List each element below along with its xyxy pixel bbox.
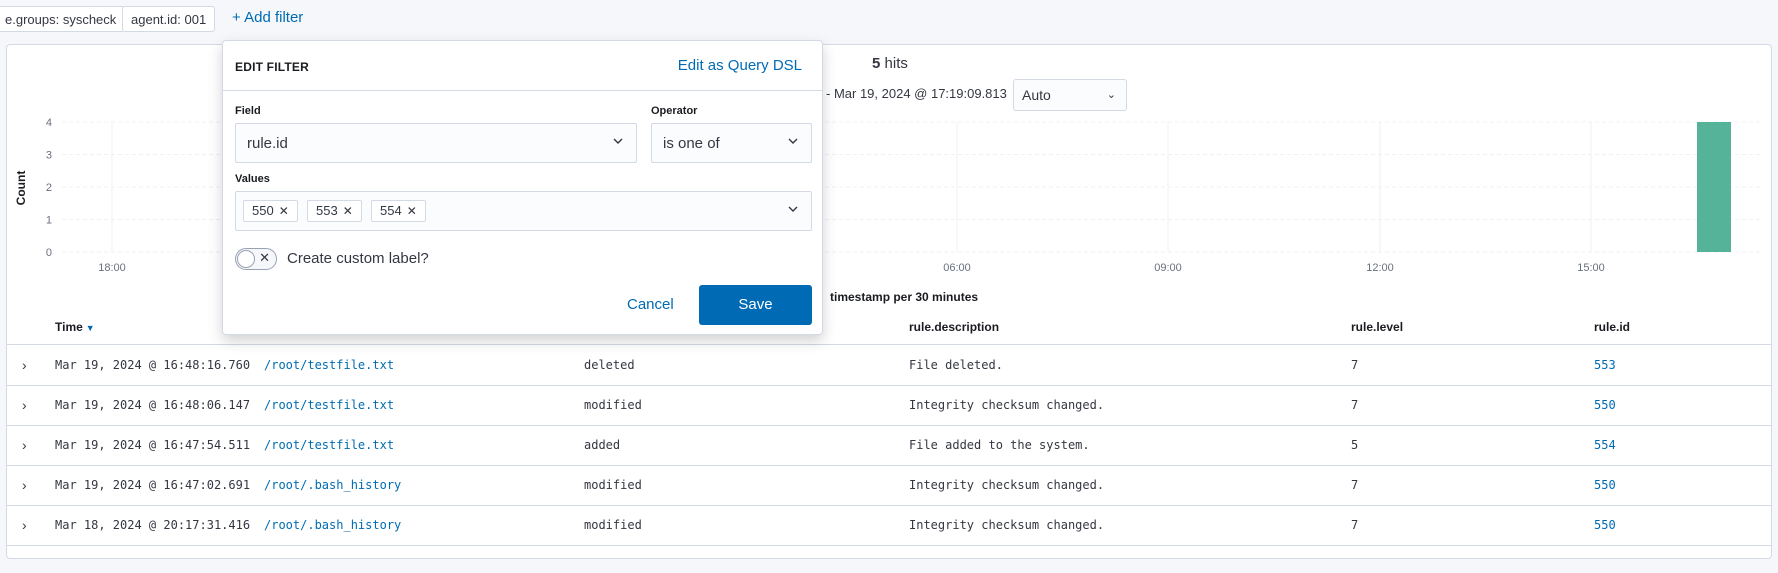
column-header-level[interactable]: rule.level — [1351, 320, 1403, 334]
edit-filter-title: EDIT FILTER — [235, 60, 309, 74]
cell-level: 7 — [1351, 478, 1359, 492]
y-tick-label: 3 — [46, 150, 52, 162]
toggle-knob — [237, 250, 255, 268]
expand-row-icon[interactable]: › — [22, 517, 27, 533]
x-tick-label: 18:00 — [98, 262, 126, 274]
x-tick-label: 06:00 — [943, 262, 971, 274]
divider — [223, 90, 822, 91]
cell-time: Mar 19, 2024 @ 16:48:16.760 — [55, 358, 251, 372]
y-tick-label: 0 — [46, 247, 52, 259]
custom-label-toggle[interactable]: ✕ — [235, 248, 277, 270]
column-header-id[interactable]: rule.id — [1594, 320, 1630, 334]
cell-rule-id[interactable]: 550 — [1594, 398, 1616, 412]
cell-description: File deleted. — [909, 358, 1003, 372]
x-tick-label: 12:00 — [1366, 262, 1394, 274]
field-combobox[interactable]: rule.id — [235, 123, 637, 163]
cell-path[interactable]: /root/.bash_history — [264, 518, 401, 532]
hits-count: 5 — [872, 55, 881, 72]
filter-pill-rule-groups[interactable]: e.groups: syscheck — [0, 6, 126, 32]
values-label: Values — [235, 173, 270, 185]
y-tick-label: 4 — [46, 117, 52, 129]
field-label: Field — [235, 105, 261, 117]
histogram-bar — [1697, 122, 1731, 252]
cell-time: Mar 18, 2024 @ 20:17:31.416 — [55, 518, 251, 532]
close-icon: ✕ — [259, 250, 270, 265]
chevron-down-icon — [788, 138, 798, 144]
field-value: rule.id — [247, 135, 288, 152]
cell-description: Integrity checksum changed. — [909, 398, 1105, 412]
y-axis-label: Count — [14, 171, 28, 206]
cell-event: modified — [584, 478, 642, 492]
filter-bar: e.groups: syscheck agent.id: 001 + Add f… — [0, 0, 1778, 38]
cell-path[interactable]: /root/testfile.txt — [264, 438, 394, 452]
filter-pill-agent-id[interactable]: agent.id: 001 — [122, 6, 216, 32]
value-chip: 553 ✕ — [307, 200, 362, 222]
cell-rule-id[interactable]: 550 — [1594, 478, 1616, 492]
cell-rule-id[interactable]: 550 — [1594, 518, 1616, 532]
expand-row-icon[interactable]: › — [22, 437, 27, 453]
cancel-button[interactable]: Cancel — [627, 296, 674, 313]
x-tick-label: 15:00 — [1577, 262, 1605, 274]
value-chip: 554 ✕ — [371, 200, 426, 222]
expand-row-icon[interactable]: › — [22, 357, 27, 373]
table-row: › Mar 19, 2024 @ 16:48:16.760 /root/test… — [7, 345, 1771, 386]
table-row: › Mar 18, 2024 @ 20:17:31.416 /root/.bas… — [7, 505, 1771, 546]
value-chip: 550 ✕ — [243, 200, 298, 222]
cell-event: modified — [584, 518, 642, 532]
cell-event: added — [584, 438, 621, 452]
values-combobox[interactable]: 550 ✕ 553 ✕ 554 ✕ — [235, 191, 812, 231]
cell-time: Mar 19, 2024 @ 16:47:02.691 — [55, 478, 251, 492]
y-tick-label: 1 — [46, 215, 52, 227]
date-range-text: - Mar 19, 2024 @ 17:19:09.813 — [826, 86, 1007, 101]
save-button[interactable]: Save — [699, 285, 812, 325]
edit-as-query-dsl-link[interactable]: Edit as Query DSL — [678, 57, 802, 74]
expand-row-icon[interactable]: › — [22, 477, 27, 493]
cell-path[interactable]: /root/testfile.txt — [264, 358, 394, 372]
x-axis-label: timestamp per 30 minutes — [830, 290, 979, 304]
column-header-time-label: Time — [55, 320, 83, 334]
operator-select[interactable]: is one of — [651, 123, 812, 163]
hits-label: hits — [884, 55, 908, 72]
add-filter-link[interactable]: + Add filter — [232, 9, 303, 26]
cell-level: 7 — [1351, 518, 1359, 532]
cell-time: Mar 19, 2024 @ 16:48:06.147 — [55, 398, 251, 412]
close-icon[interactable]: ✕ — [343, 204, 353, 218]
edit-filter-popover: EDIT FILTER Edit as Query DSL Field rule… — [222, 40, 823, 335]
chevron-down-icon — [788, 206, 798, 212]
cell-path[interactable]: /root/testfile.txt — [264, 398, 394, 412]
table-row: › Mar 19, 2024 @ 16:47:54.511 /root/test… — [7, 425, 1771, 466]
table-row: › Mar 19, 2024 @ 16:48:06.147 /root/test… — [7, 385, 1771, 426]
value-chip-label: 553 — [316, 203, 338, 218]
close-icon[interactable]: ✕ — [279, 204, 289, 218]
cell-level: 7 — [1351, 398, 1359, 412]
table-row: › Mar 19, 2024 @ 16:47:02.691 /root/.bas… — [7, 465, 1771, 506]
cell-rule-id[interactable]: 553 — [1594, 358, 1616, 372]
cell-level: 7 — [1351, 358, 1359, 372]
cell-path[interactable]: /root/.bash_history — [264, 478, 401, 492]
expand-row-icon[interactable]: › — [22, 397, 27, 413]
y-tick-label: 2 — [46, 182, 52, 194]
close-icon[interactable]: ✕ — [407, 204, 417, 218]
x-tick-label: 09:00 — [1154, 262, 1182, 274]
cell-level: 5 — [1351, 438, 1359, 452]
sort-down-icon[interactable]: ▼ — [86, 323, 95, 333]
value-chip-label: 554 — [380, 203, 402, 218]
operator-value: is one of — [663, 135, 720, 152]
column-header-time[interactable]: Time ▼ — [55, 320, 95, 334]
cell-description: Integrity checksum changed. — [909, 478, 1105, 492]
value-chip-label: 550 — [252, 203, 274, 218]
cell-description: Integrity checksum changed. — [909, 518, 1105, 532]
custom-label-text: Create custom label? — [287, 250, 429, 267]
column-header-description[interactable]: rule.description — [909, 320, 999, 334]
cell-rule-id[interactable]: 554 — [1594, 438, 1616, 452]
cell-event: modified — [584, 398, 642, 412]
operator-label: Operator — [651, 105, 698, 117]
chevron-down-icon — [613, 138, 623, 144]
hits-summary: 5 hits — [872, 55, 908, 72]
cell-event: deleted — [584, 358, 635, 372]
cell-description: File added to the system. — [909, 438, 1090, 452]
cell-time: Mar 19, 2024 @ 16:47:54.511 — [55, 438, 251, 452]
